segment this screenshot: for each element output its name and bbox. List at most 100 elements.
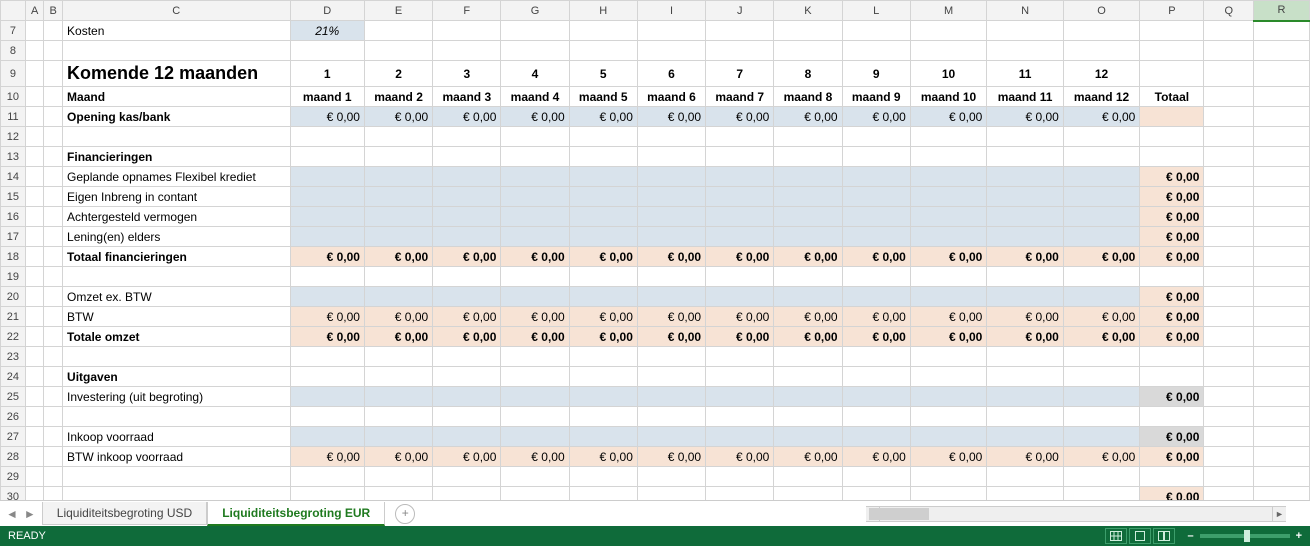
- cell-L26[interactable]: [842, 407, 910, 427]
- cell-L18[interactable]: € 0,00: [842, 247, 910, 267]
- cell-C22[interactable]: Totale omzet: [63, 327, 290, 347]
- cell-L13[interactable]: [842, 147, 910, 167]
- cell-J29[interactable]: [706, 467, 774, 487]
- cell-K30[interactable]: [774, 487, 842, 501]
- cell-O19[interactable]: [1063, 267, 1140, 287]
- cell-B11[interactable]: [44, 107, 63, 127]
- cell-I10[interactable]: maand 6: [637, 87, 705, 107]
- cell-A21[interactable]: [25, 307, 44, 327]
- cell-K12[interactable]: [774, 127, 842, 147]
- cell-F14[interactable]: [433, 167, 501, 187]
- cell-A27[interactable]: [25, 427, 44, 447]
- cell-L29[interactable]: [842, 467, 910, 487]
- zoom-out-button[interactable]: –: [1187, 530, 1193, 542]
- cell-H19[interactable]: [569, 267, 637, 287]
- cell-G15[interactable]: [501, 187, 569, 207]
- cell-C21[interactable]: BTW: [63, 307, 290, 327]
- zoom-knob[interactable]: [1244, 530, 1250, 542]
- cell-K14[interactable]: [774, 167, 842, 187]
- cell-N15[interactable]: [987, 187, 1064, 207]
- cell-D20[interactable]: [290, 287, 364, 307]
- cell-C25[interactable]: Investering (uit begroting): [63, 387, 290, 407]
- cell-R9[interactable]: [1254, 61, 1310, 87]
- cell-A7[interactable]: [25, 21, 44, 41]
- cell-A15[interactable]: [25, 187, 44, 207]
- cell-H22[interactable]: € 0,00: [569, 327, 637, 347]
- row-header-16[interactable]: 16: [1, 207, 26, 227]
- cell-F11[interactable]: € 0,00: [433, 107, 501, 127]
- cell-Q12[interactable]: [1204, 127, 1254, 147]
- cell-I17[interactable]: [637, 227, 705, 247]
- cell-K7[interactable]: [774, 21, 842, 41]
- col-header-R[interactable]: R: [1254, 1, 1310, 21]
- cell-R21[interactable]: [1254, 307, 1310, 327]
- cell-J19[interactable]: [706, 267, 774, 287]
- cell-I19[interactable]: [637, 267, 705, 287]
- cell-E8[interactable]: [364, 41, 432, 61]
- cell-I28[interactable]: € 0,00: [637, 447, 705, 467]
- cell-J20[interactable]: [706, 287, 774, 307]
- cell-J23[interactable]: [706, 347, 774, 367]
- cell-B21[interactable]: [44, 307, 63, 327]
- cell-B16[interactable]: [44, 207, 63, 227]
- cell-P13[interactable]: [1140, 147, 1204, 167]
- cell-L20[interactable]: [842, 287, 910, 307]
- cell-G30[interactable]: [501, 487, 569, 501]
- cell-Q18[interactable]: [1204, 247, 1254, 267]
- cell-R25[interactable]: [1254, 387, 1310, 407]
- cell-M7[interactable]: [910, 21, 987, 41]
- cell-E18[interactable]: € 0,00: [364, 247, 432, 267]
- cell-D15[interactable]: [290, 187, 364, 207]
- cell-Q11[interactable]: [1204, 107, 1254, 127]
- cell-N7[interactable]: [987, 21, 1064, 41]
- cell-Q20[interactable]: [1204, 287, 1254, 307]
- cell-A10[interactable]: [25, 87, 44, 107]
- cell-Q17[interactable]: [1204, 227, 1254, 247]
- cell-N11[interactable]: € 0,00: [987, 107, 1064, 127]
- cell-P8[interactable]: [1140, 41, 1204, 61]
- col-header-K[interactable]: K: [774, 1, 842, 21]
- cell-G13[interactable]: [501, 147, 569, 167]
- cell-B25[interactable]: [44, 387, 63, 407]
- cell-I14[interactable]: [637, 167, 705, 187]
- cell-Q15[interactable]: [1204, 187, 1254, 207]
- cell-P19[interactable]: [1140, 267, 1204, 287]
- cell-N13[interactable]: [987, 147, 1064, 167]
- cell-E17[interactable]: [364, 227, 432, 247]
- cell-R10[interactable]: [1254, 87, 1310, 107]
- cell-F22[interactable]: € 0,00: [433, 327, 501, 347]
- row-header-23[interactable]: 23: [1, 347, 26, 367]
- cell-R20[interactable]: [1254, 287, 1310, 307]
- cell-B18[interactable]: [44, 247, 63, 267]
- cell-N23[interactable]: [987, 347, 1064, 367]
- cell-I15[interactable]: [637, 187, 705, 207]
- cell-G22[interactable]: € 0,00: [501, 327, 569, 347]
- cell-M17[interactable]: [910, 227, 987, 247]
- cell-D11[interactable]: € 0,00: [290, 107, 364, 127]
- tab-next-icon[interactable]: ►: [24, 507, 36, 521]
- cell-L8[interactable]: [842, 41, 910, 61]
- row-header-21[interactable]: 21: [1, 307, 26, 327]
- cell-I25[interactable]: [637, 387, 705, 407]
- cell-E22[interactable]: € 0,00: [364, 327, 432, 347]
- cell-I30[interactable]: [637, 487, 705, 501]
- cell-F9[interactable]: 3: [433, 61, 501, 87]
- cell-H21[interactable]: € 0,00: [569, 307, 637, 327]
- spreadsheet-grid[interactable]: A B C D E F G H I J K L M N O P Q R 7Kos…: [0, 0, 1310, 500]
- cell-E10[interactable]: maand 2: [364, 87, 432, 107]
- cell-C15[interactable]: Eigen Inbreng in contant: [63, 187, 290, 207]
- cell-H8[interactable]: [569, 41, 637, 61]
- cell-K23[interactable]: [774, 347, 842, 367]
- cell-B20[interactable]: [44, 287, 63, 307]
- cell-E20[interactable]: [364, 287, 432, 307]
- cell-M21[interactable]: € 0,00: [910, 307, 987, 327]
- cell-D7[interactable]: 21%: [290, 21, 364, 41]
- cell-R26[interactable]: [1254, 407, 1310, 427]
- cell-N9[interactable]: 11: [987, 61, 1064, 87]
- cell-A20[interactable]: [25, 287, 44, 307]
- cell-C26[interactable]: [63, 407, 290, 427]
- cell-C20[interactable]: Omzet ex. BTW: [63, 287, 290, 307]
- cell-C28[interactable]: BTW inkoop voorraad: [63, 447, 290, 467]
- cell-L7[interactable]: [842, 21, 910, 41]
- cell-B22[interactable]: [44, 327, 63, 347]
